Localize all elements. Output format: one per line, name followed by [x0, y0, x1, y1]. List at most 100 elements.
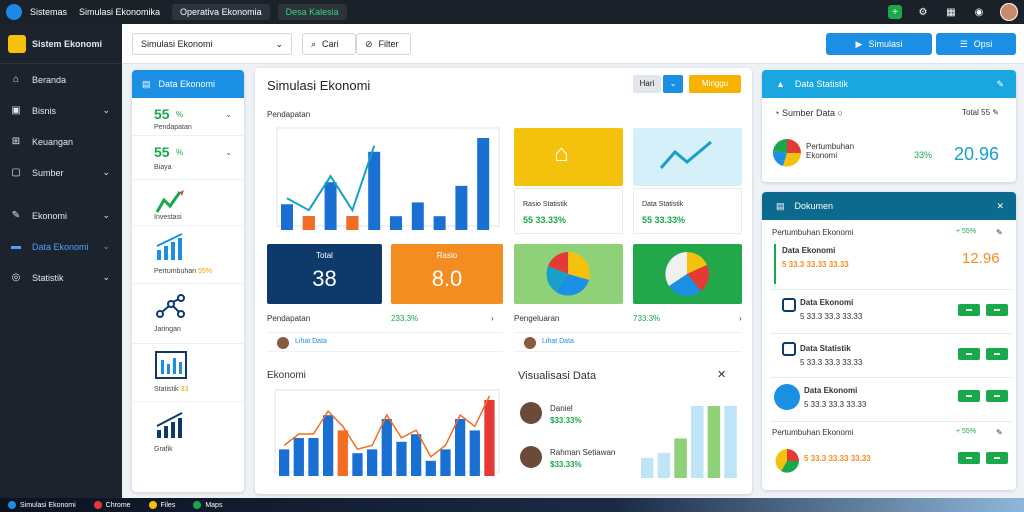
menu-item[interactable]: Sistemas [30, 7, 67, 17]
notification-icon[interactable]: ◉ [972, 5, 986, 19]
tab-operativa[interactable]: Operativa Ekonomia [172, 4, 270, 20]
bar [381, 419, 392, 476]
tab-desa[interactable]: Desa Kalesia [277, 4, 347, 20]
grid-icon[interactable]: ▦ [944, 5, 958, 19]
sidebar-item-bisnis[interactable]: ▣ Bisnis ⌄ [0, 95, 122, 126]
bank-icon: ⊞ [11, 136, 21, 147]
edit-icon[interactable]: ✎ [992, 108, 999, 117]
item-label-text: Pertumbuhan [154, 268, 197, 275]
sidebar-item-statistik[interactable]: ◎ Statistik ⌄ [0, 262, 122, 293]
source-total: Total 55 [962, 108, 991, 117]
sidebar-item-sumber[interactable]: ▢ Sumber ⌄ [0, 157, 122, 188]
taskbar-item[interactable]: Files [148, 501, 175, 509]
close-icon[interactable]: ✕ [996, 201, 1004, 212]
item-value: 55 [154, 106, 170, 122]
list-item[interactable]: Data Ekonomi 5 33.3 33.3 33.33 ▬ ▬ [770, 292, 1012, 334]
globe-icon: ◎ [11, 272, 21, 283]
bar-chart-icon [156, 412, 183, 438]
sidebar-item-beranda[interactable]: ⌂ Beranda [0, 64, 122, 95]
list-item[interactable]: 55 % Pendapatan ⌄ [132, 98, 244, 136]
tile-home[interactable]: ⌂ [514, 128, 623, 186]
list-item[interactable]: Jaringan [132, 284, 244, 344]
row-detail: 5 33.3 33.3 33.33 [804, 400, 867, 409]
add-icon[interactable]: + [888, 5, 902, 19]
search-button[interactable]: ⌕ Cari [302, 33, 356, 55]
source-text: Sumber Data [781, 108, 835, 118]
row-pct: 233.3% [391, 314, 419, 323]
bar [411, 434, 422, 476]
options-button[interactable]: ☰ Opsi [936, 33, 1016, 55]
list-item[interactable]: Pertumbuhan 55% [132, 226, 244, 284]
pie-tile[interactable] [514, 244, 623, 304]
simulation-select[interactable]: Simulasi Ekonomi ⌄ [132, 33, 292, 55]
list-item[interactable]: Lihat Data [514, 332, 742, 352]
sidebar-item-ekonomi[interactable]: ✎ Ekonomi ⌄ [0, 200, 122, 231]
bar [346, 216, 359, 230]
section-title: Visualisasi Data [518, 370, 597, 382]
taskbar-label: Simulasi Ekonomi [20, 501, 76, 509]
avatar[interactable] [1000, 3, 1018, 21]
list-item[interactable]: Data Ekonomi 5 33.3 33.3 33.33 ▬ ▬ [770, 380, 1012, 422]
pie-tile[interactable] [633, 244, 742, 304]
filter-button[interactable]: ⊘ Filter [356, 33, 411, 55]
sidebar-item-data-ekonomi[interactable]: ▬ Data Ekonomi ⌄ [0, 231, 122, 262]
divider [774, 244, 776, 284]
bar [368, 151, 381, 230]
sidebar-item-keuangan[interactable]: ⊞ Keuangan [0, 126, 122, 157]
stat-tile[interactable]: Data Statistik 55 33.33% [633, 188, 742, 234]
day-button[interactable]: Hari [633, 75, 661, 93]
list-item[interactable]: Rahman Setiawan $33.33% [514, 444, 624, 474]
row-link[interactable]: Lihat Data [295, 338, 327, 345]
action-button[interactable]: ▬ [958, 348, 980, 360]
person-value: $33.33% [550, 460, 582, 469]
list-item[interactable]: Statistik 33 [132, 344, 244, 402]
taskbar-label: Chrome [105, 501, 131, 509]
list-item[interactable]: Investasi [132, 180, 244, 226]
revenue-bar-chart [276, 127, 500, 230]
settings-icon[interactable]: ✎ [996, 79, 1004, 90]
action-button[interactable]: ▬ [958, 452, 980, 464]
map-icon [193, 501, 202, 509]
action-button[interactable]: ▬ [986, 390, 1008, 402]
settings-icon[interactable]: ⚙ [916, 5, 930, 19]
bar [302, 216, 315, 230]
action-button[interactable]: ▬ [986, 304, 1008, 316]
list-item[interactable]: Daniel $33.33% [514, 400, 614, 430]
edit-icon[interactable]: ✎ [996, 428, 1003, 437]
list-item[interactable]: Lihat Data [267, 332, 503, 352]
list-item[interactable]: Pertumbuhan Ekonomi + 55% ✎ 5 33.3 33.33… [770, 424, 1012, 484]
week-button[interactable]: Minggu [689, 75, 741, 93]
list-item[interactable]: Grafik [132, 402, 244, 464]
sidebar-brand[interactable]: Sistem Ekonomi [0, 24, 122, 64]
chevron-down-icon[interactable]: ⌄ [663, 75, 683, 93]
metric-pct: 33% [914, 150, 933, 160]
simulate-button[interactable]: ▶ Simulasi [826, 33, 932, 55]
main-panel: Simulasi Ekonomi Hari ⌄ Minggu Pendapata… [255, 68, 752, 494]
action-button[interactable]: ▬ [986, 452, 1008, 464]
bar [455, 419, 466, 476]
close-icon[interactable]: ✕ [717, 368, 726, 381]
action-button[interactable]: ▬ [958, 390, 980, 402]
list-item[interactable]: 55 % Biaya ⌄ [132, 136, 244, 180]
stat-tile[interactable]: Rasio Statistik 55 33.33% [514, 188, 623, 234]
row-link[interactable]: Lihat Data [542, 338, 574, 345]
chevron-down-icon: ⌄ [225, 110, 232, 119]
taskbar-item[interactable]: Simulasi Ekonomi [8, 501, 76, 509]
row-detail: 5 33.3 33.3 33.33 [800, 358, 863, 367]
list-item[interactable]: Pertumbuhan Ekonomi + 55% ✎ Data Ekonomi… [770, 226, 1012, 290]
ratio-tile[interactable]: Rasio 8.0 [391, 244, 503, 304]
taskbar-item[interactable]: Maps [193, 501, 222, 509]
list-item[interactable]: Data Statistik 5 33.3 33.3 33.33 ▬ ▬ [770, 336, 1012, 378]
chevron-down-icon: ⌄ [275, 38, 283, 49]
row-title: Data Ekonomi [800, 298, 854, 307]
taskbar-item[interactable]: Chrome [93, 501, 131, 509]
tile-trend[interactable] [633, 128, 742, 186]
chevron-right-icon[interactable]: › [491, 314, 494, 323]
edit-icon[interactable]: ✎ [996, 228, 1003, 237]
chevron-right-icon[interactable]: › [739, 314, 742, 323]
action-button[interactable]: ▬ [986, 348, 1008, 360]
person-name: Rahman Setiawan [550, 448, 616, 457]
action-button[interactable]: ▬ [958, 304, 980, 316]
data-panel: ▤ Data Ekonomi 55 % Pendapatan ⌄ 55 % Bi… [132, 70, 244, 492]
total-tile[interactable]: Total 38 [267, 244, 382, 304]
